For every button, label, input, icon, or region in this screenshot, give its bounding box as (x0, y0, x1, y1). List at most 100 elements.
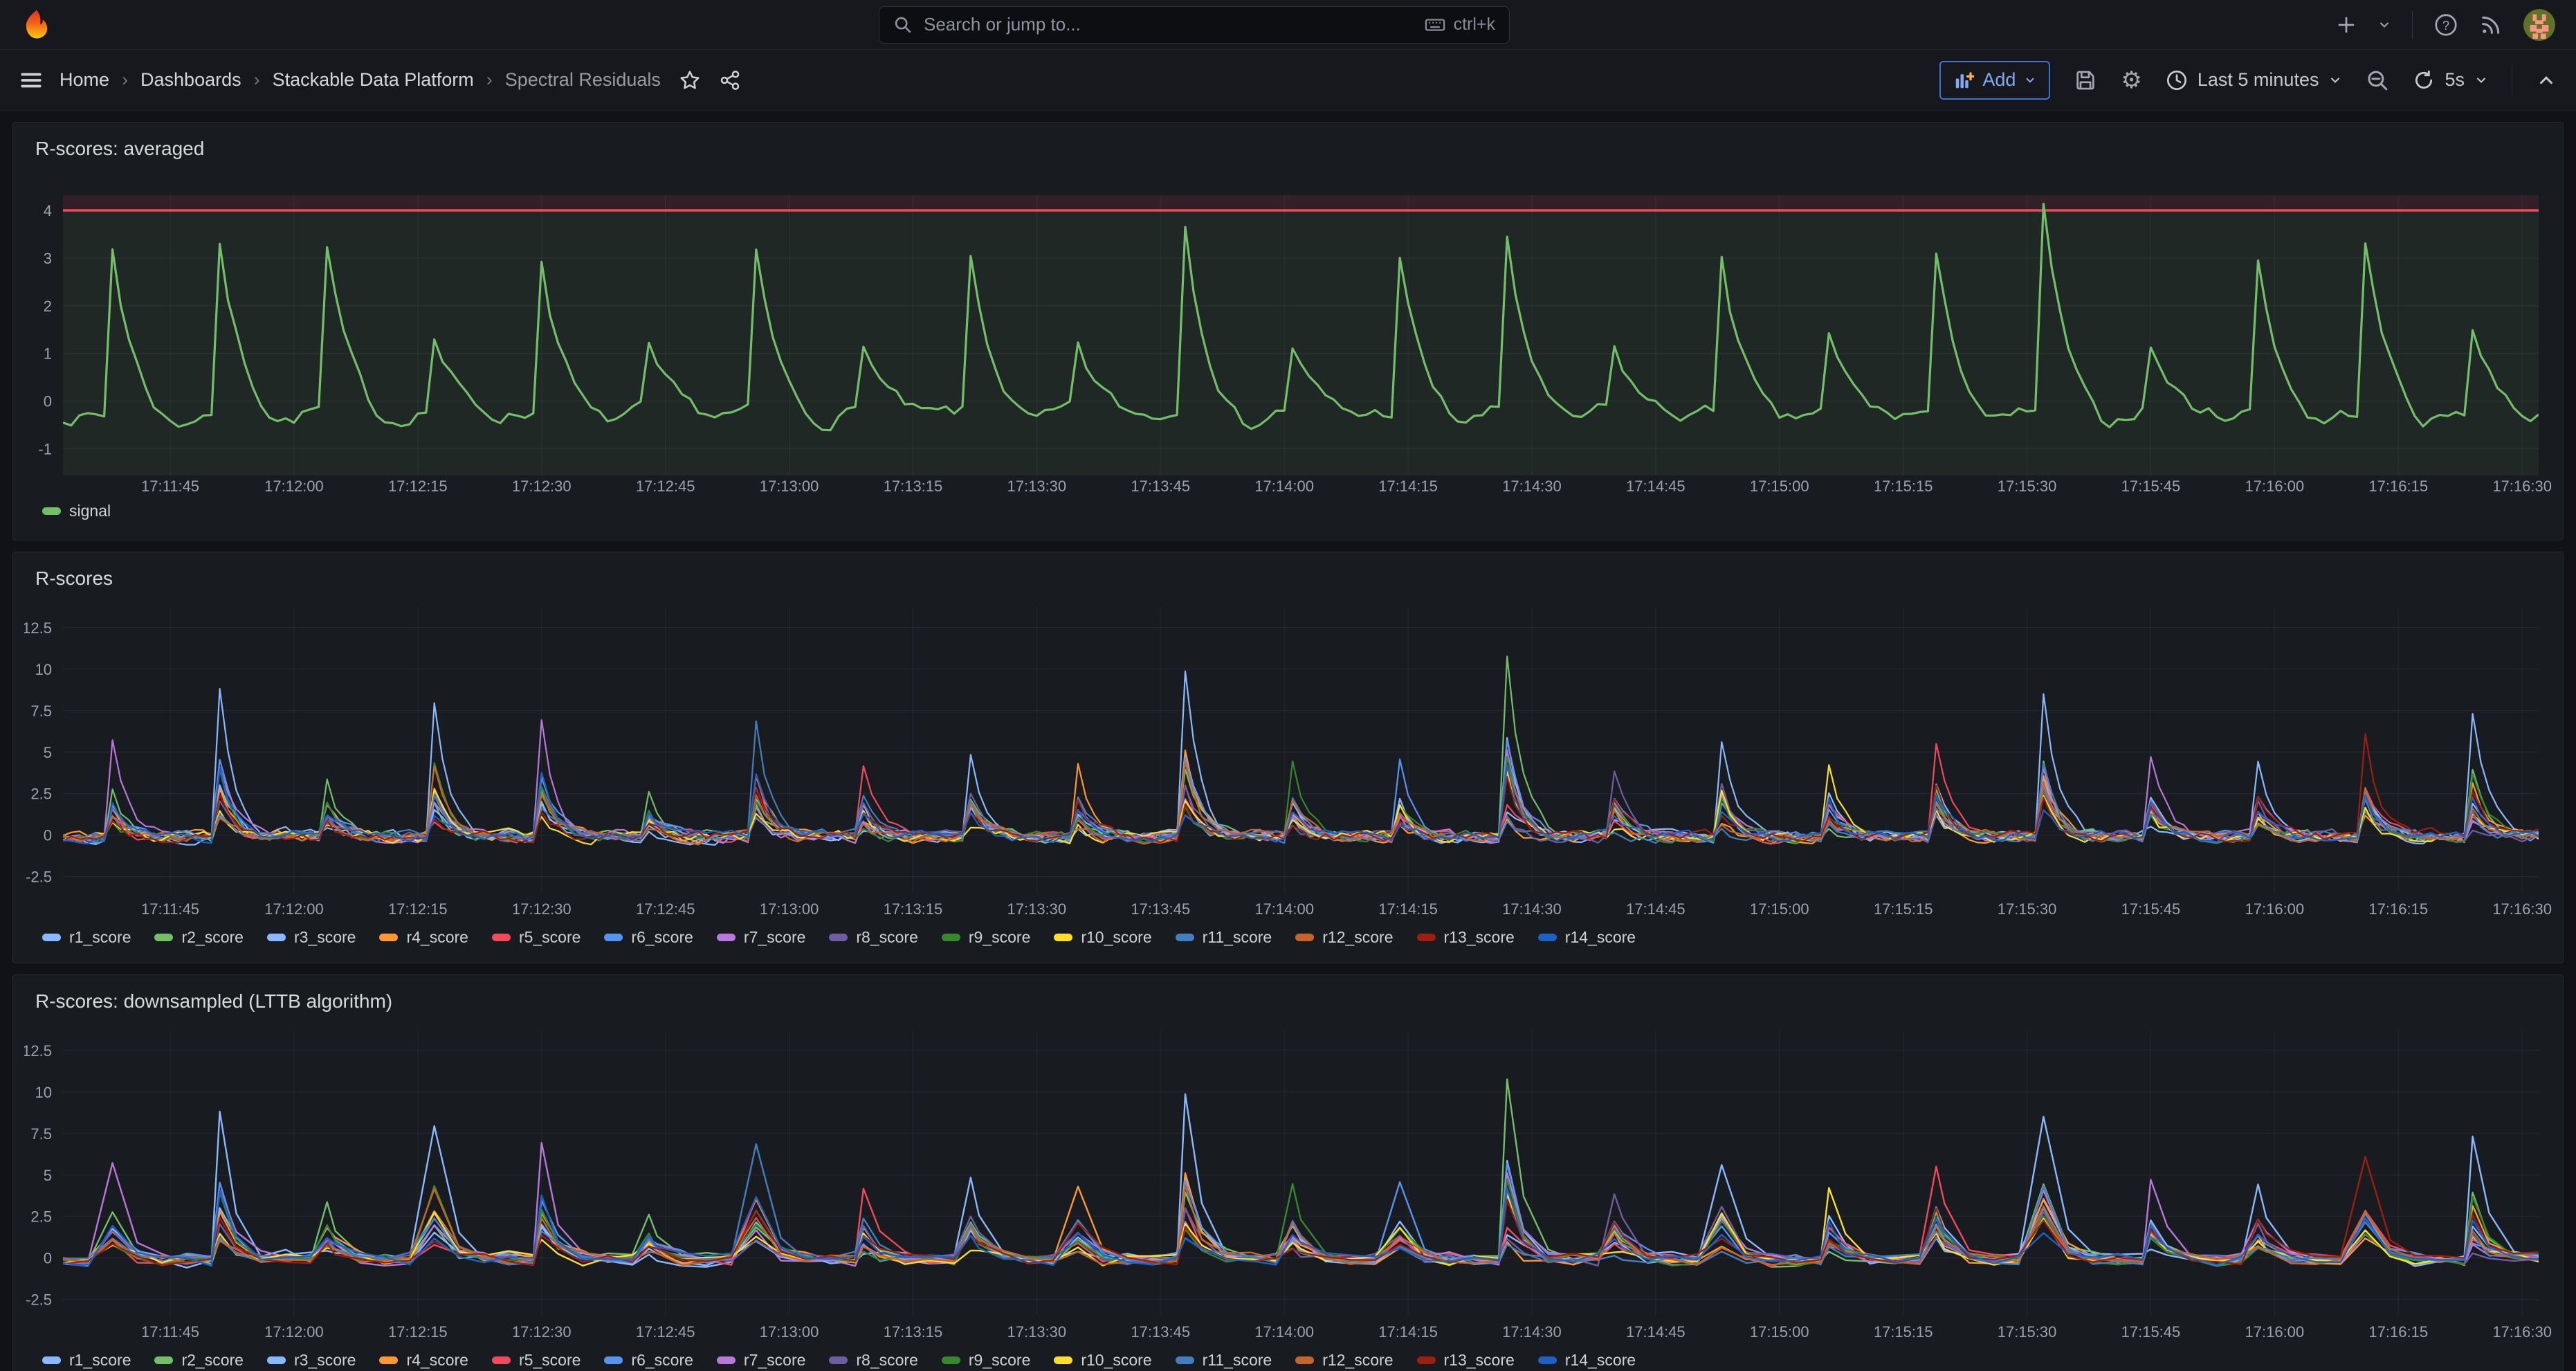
legend-swatch (42, 507, 61, 515)
legend-swatch (1538, 1356, 1557, 1364)
legend-item[interactable]: r5_score (492, 1351, 581, 1370)
legend-item[interactable]: r2_score (154, 1351, 243, 1370)
legend-item[interactable]: r11_score (1176, 928, 1272, 947)
legend-label: r9_score (969, 928, 1030, 947)
panel-title[interactable]: R-scores (35, 568, 2552, 590)
save-dashboard-icon[interactable] (2074, 69, 2097, 92)
share-icon[interactable] (719, 69, 741, 91)
legend-label: r3_score (294, 928, 356, 947)
legend-item[interactable]: signal (42, 502, 111, 520)
legend-item[interactable]: r6_score (604, 1351, 693, 1370)
legend-item[interactable]: r12_score (1295, 928, 1393, 947)
timeseries-chart-rscores[interactable]: 12.5107.552.50-2.517:11:4517:12:0017:12:… (24, 601, 2552, 923)
legend-swatch (829, 934, 848, 941)
nav-divider (2412, 11, 2413, 39)
legend-item[interactable]: r7_score (717, 928, 805, 947)
nav-right-group: ? (2336, 9, 2555, 41)
legend-item[interactable]: r6_score (604, 928, 693, 947)
svg-text:17:15:00: 17:15:00 (1750, 1323, 1809, 1341)
breadcrumb-folder[interactable]: Stackable Data Platform (241, 69, 474, 91)
svg-text:0: 0 (44, 827, 52, 844)
legend-item[interactable]: r2_score (154, 928, 243, 947)
legend-item[interactable]: r8_score (829, 928, 917, 947)
svg-text:17:16:15: 17:16:15 (2368, 900, 2428, 918)
svg-text:17:12:15: 17:12:15 (388, 478, 448, 495)
time-range-picker[interactable]: Last 5 minutes (2166, 69, 2343, 91)
svg-text:17:15:00: 17:15:00 (1750, 478, 1809, 495)
svg-text:17:14:45: 17:14:45 (1626, 900, 1686, 918)
svg-text:17:15:15: 17:15:15 (1874, 900, 1933, 918)
breadcrumb-home[interactable]: Home (60, 69, 109, 91)
legend-label: r1_score (69, 928, 131, 947)
legend-item[interactable]: r10_score (1054, 928, 1151, 947)
svg-text:17:16:15: 17:16:15 (2368, 478, 2428, 495)
legend-swatch (154, 934, 173, 941)
legend-label: r14_score (1565, 928, 1636, 947)
timeseries-chart-averaged[interactable]: 43210-117:11:4517:12:0017:12:1517:12:301… (24, 171, 2552, 496)
svg-text:17:16:00: 17:16:00 (2245, 1323, 2305, 1341)
legend-item[interactable]: r13_score (1417, 1351, 1515, 1370)
legend-item[interactable]: r8_score (829, 1351, 917, 1370)
mega-menu-icon[interactable] (19, 69, 43, 92)
panel-title[interactable]: R-scores: averaged (35, 138, 2552, 160)
grafana-logo[interactable] (21, 9, 53, 41)
legend-item[interactable]: r4_score (379, 1351, 468, 1370)
svg-text:17:14:30: 17:14:30 (1502, 478, 1562, 495)
panel-title[interactable]: R-scores: downsampled (LTTB algorithm) (35, 990, 2552, 1013)
svg-text:17:13:45: 17:13:45 (1131, 478, 1190, 495)
legend-item[interactable]: r3_score (267, 928, 356, 947)
legend-item[interactable]: r13_score (1417, 928, 1515, 947)
time-range-label: Last 5 minutes (2198, 69, 2319, 91)
top-nav-bar: Search or jump to... ctrl+k ? (0, 0, 2576, 50)
legend-swatch (1295, 934, 1314, 941)
svg-text:10: 10 (35, 1084, 52, 1101)
legend-swatch (379, 1356, 398, 1364)
search-placeholder: Search or jump to... (924, 14, 1414, 35)
favorite-star-icon[interactable] (679, 69, 701, 91)
settings-gear-icon[interactable]: ⚙ (2121, 69, 2141, 92)
legend-item[interactable]: r3_score (267, 1351, 356, 1370)
svg-text:17:13:30: 17:13:30 (1007, 1323, 1067, 1341)
legend-swatch (42, 1356, 61, 1364)
legend-item[interactable]: r11_score (1176, 1351, 1272, 1370)
svg-text:7.5: 7.5 (30, 702, 52, 720)
legend-item[interactable]: r1_score (42, 928, 131, 947)
new-chevron-down-icon[interactable] (2377, 18, 2391, 32)
legend-item[interactable]: r14_score (1538, 928, 1636, 947)
legend-item[interactable]: r14_score (1538, 1351, 1636, 1370)
help-icon[interactable]: ? (2433, 12, 2458, 37)
svg-text:17:16:00: 17:16:00 (2245, 478, 2305, 495)
legend-swatch (942, 934, 960, 941)
svg-text:2: 2 (44, 298, 52, 315)
legend-item[interactable]: r10_score (1054, 1351, 1151, 1370)
zoom-out-icon[interactable] (2366, 69, 2389, 92)
legend-item[interactable]: r9_score (942, 1351, 1030, 1370)
refresh-picker[interactable]: 5s (2413, 69, 2488, 91)
svg-text:17:13:00: 17:13:00 (760, 900, 819, 918)
legend-label: r10_score (1081, 928, 1151, 947)
collapse-chevron-up-icon[interactable] (2536, 70, 2557, 91)
legend-item[interactable]: r12_score (1295, 1351, 1393, 1370)
legend-item[interactable]: r1_score (42, 1351, 131, 1370)
svg-text:17:15:15: 17:15:15 (1874, 478, 1933, 495)
svg-text:0: 0 (44, 1250, 52, 1267)
svg-text:-2.5: -2.5 (26, 869, 52, 886)
dashboard-canvas: R-scores: averaged 43210-117:11:4517:12:… (0, 111, 2576, 1371)
legend-item[interactable]: r5_score (492, 928, 581, 947)
panel-r-scores: R-scores 12.5107.552.50-2.517:11:4517:12… (12, 552, 2564, 963)
legend-label: r1_score (69, 1351, 131, 1370)
user-avatar[interactable] (2523, 9, 2555, 41)
legend-item[interactable]: r4_score (379, 928, 468, 947)
legend-swatch (1295, 1356, 1314, 1364)
add-button[interactable]: Add (1939, 61, 2050, 100)
legend-item[interactable]: r7_score (717, 1351, 805, 1370)
legend-item[interactable]: r9_score (942, 928, 1030, 947)
search-wrap: Search or jump to... ctrl+k (53, 6, 2336, 44)
legend-swatch (42, 934, 61, 941)
breadcrumb-dashboards[interactable]: Dashboards (109, 69, 241, 91)
new-plus-button[interactable] (2336, 15, 2357, 35)
timeseries-chart-downsampled[interactable]: 12.5107.552.50-2.517:11:4517:12:0017:12:… (24, 1024, 2552, 1345)
svg-text:17:15:30: 17:15:30 (1998, 478, 2057, 495)
search-input[interactable]: Search or jump to... ctrl+k (879, 6, 1510, 44)
news-rss-icon[interactable] (2479, 13, 2503, 37)
